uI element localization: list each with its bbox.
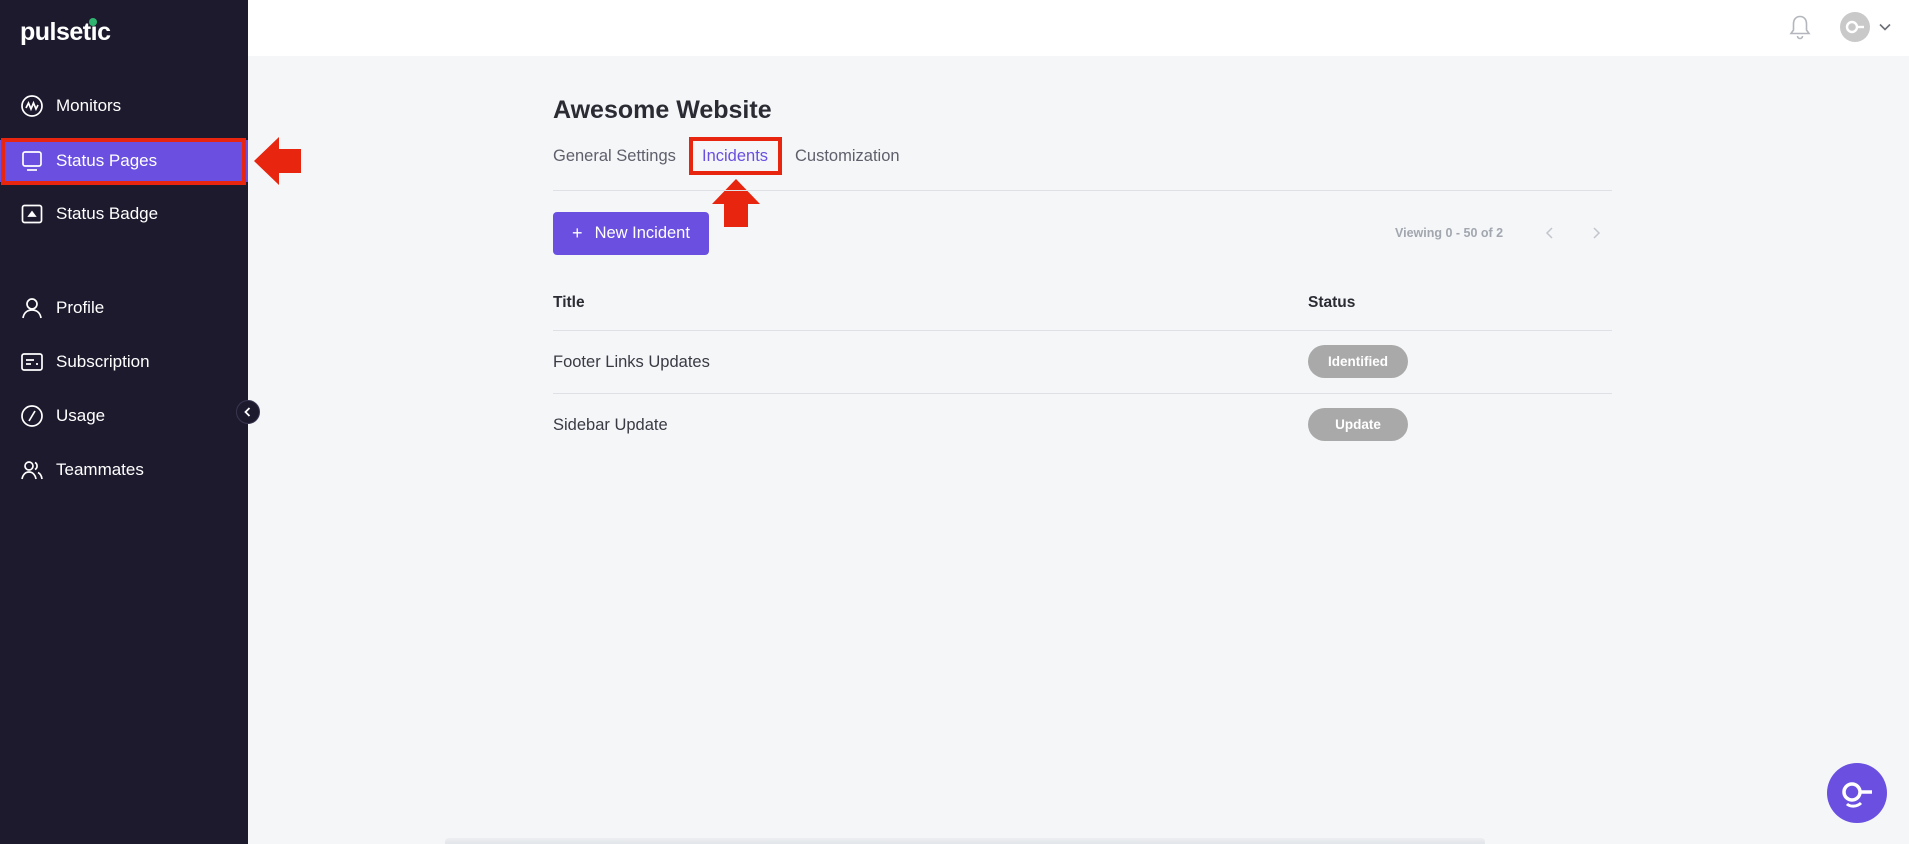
bottom-panel-edge <box>445 838 1485 844</box>
tabs-divider <box>553 190 1612 191</box>
chevron-down-icon[interactable] <box>1878 20 1892 34</box>
sidebar-item-label: Profile <box>56 298 105 317</box>
profile-icon <box>20 296 44 320</box>
column-header-title: Title <box>553 294 585 311</box>
chevron-left-icon <box>244 407 251 417</box>
annotation-highlight-box <box>1 138 246 185</box>
monitors-wave-icon <box>20 94 44 118</box>
status-badge: Identified <box>1308 345 1408 378</box>
bell-icon[interactable] <box>1788 14 1812 40</box>
avatar-face-icon <box>1845 20 1864 34</box>
teammates-icon <box>20 458 44 482</box>
usage-gauge-icon <box>20 404 44 428</box>
new-incident-label: New Incident <box>594 224 690 242</box>
sidebar-collapse-button[interactable] <box>236 400 260 424</box>
tab-customization[interactable]: Customization <box>795 147 900 166</box>
annotation-arrow-left <box>254 137 301 185</box>
annotation-arrow-up <box>712 179 760 227</box>
sidebar-item-status-badge[interactable]: Status Badge <box>0 193 248 235</box>
table-divider <box>553 393 1612 394</box>
chevron-left-icon <box>1545 227 1553 239</box>
logo-dot <box>89 18 97 26</box>
sidebar-item-profile[interactable]: Profile <box>0 287 248 329</box>
sidebar-item-subscription[interactable]: Subscription <box>0 341 248 383</box>
sidebar-item-usage[interactable]: Usage <box>0 395 248 437</box>
tab-general-settings[interactable]: General Settings <box>553 147 676 166</box>
annotation-highlight-box <box>689 137 782 175</box>
user-avatar-icon[interactable] <box>1840 12 1870 42</box>
sidebar-item-label: Status Badge <box>56 204 159 223</box>
table-divider <box>553 330 1612 331</box>
table-row-title[interactable]: Footer Links Updates <box>553 353 710 372</box>
pagination-prev-button[interactable] <box>1540 223 1560 243</box>
page-title: Awesome Website <box>553 96 772 124</box>
status-badge-icon <box>20 202 44 226</box>
pagination-next-button[interactable] <box>1586 223 1606 243</box>
sidebar-item-label: Usage <box>56 406 106 425</box>
new-incident-button[interactable]: + New Incident <box>553 212 709 255</box>
chat-widget-button[interactable] <box>1827 763 1887 823</box>
pagination-status: Viewing 0 - 50 of 2 <box>1395 226 1504 240</box>
sidebar: pulsetic Monitors Status Pages Status Ba… <box>0 0 248 844</box>
chevron-right-icon <box>1593 227 1601 239</box>
plus-icon: + <box>572 223 583 243</box>
sidebar-item-label: Monitors <box>56 96 122 115</box>
status-badge: Update <box>1308 408 1408 441</box>
sidebar-item-monitors[interactable]: Monitors <box>0 85 248 127</box>
sidebar-item-teammates[interactable]: Teammates <box>0 449 248 491</box>
subscription-card-icon <box>20 350 44 374</box>
sidebar-item-label: Teammates <box>56 460 144 479</box>
table-row-title[interactable]: Sidebar Update <box>553 416 668 435</box>
column-header-status: Status <box>1308 294 1356 311</box>
top-bar <box>248 0 1909 56</box>
sidebar-item-label: Subscription <box>56 352 150 371</box>
chat-face-icon <box>1842 782 1872 808</box>
